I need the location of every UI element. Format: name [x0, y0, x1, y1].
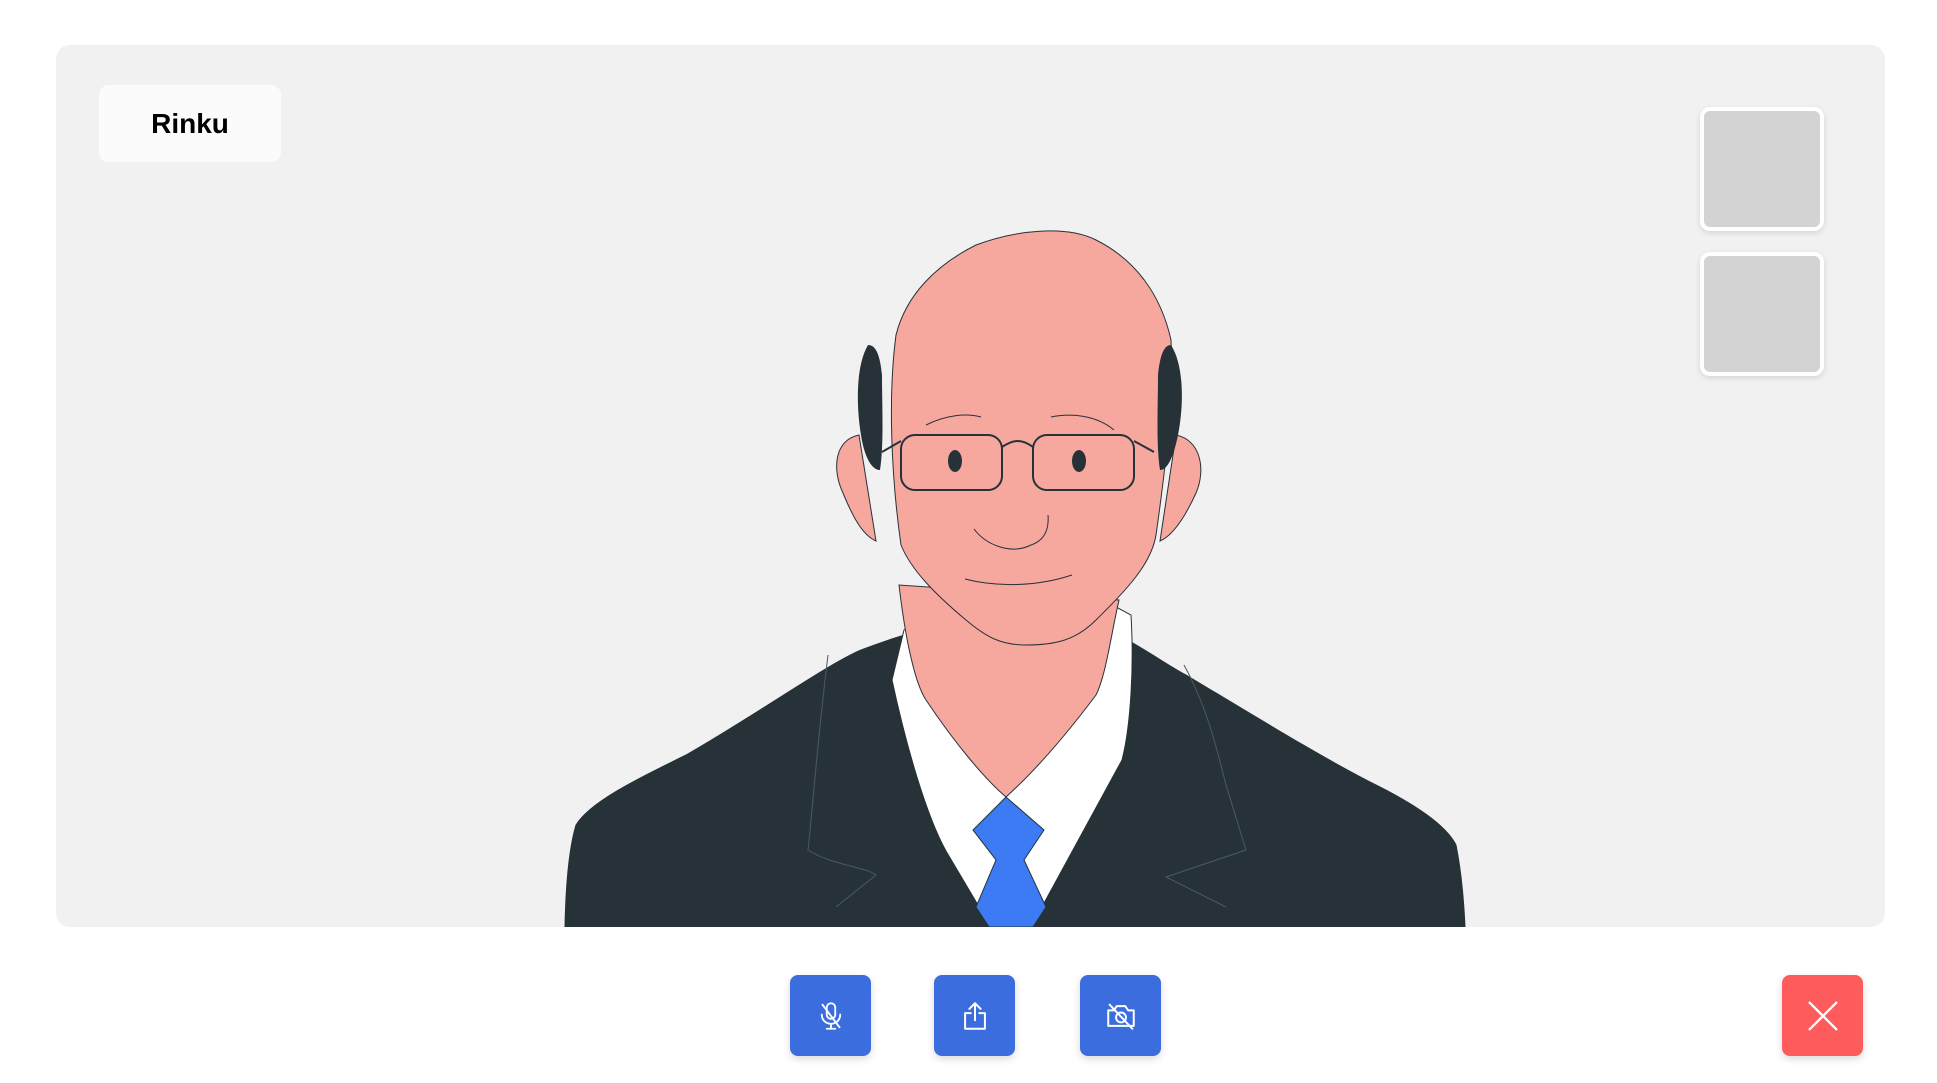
participant-name-badge: Rinku: [99, 85, 281, 162]
share-screen-button[interactable]: [934, 975, 1015, 1056]
toggle-camera-button[interactable]: [1080, 975, 1161, 1056]
participant-name: Rinku: [151, 107, 229, 139]
mute-microphone-button[interactable]: [790, 975, 871, 1056]
self-view-thumbnail[interactable]: [1700, 107, 1824, 231]
camera-off-icon: [1106, 1003, 1135, 1030]
participant-avatar-illustration: [564, 230, 1466, 927]
mic-off-icon: [820, 1001, 841, 1030]
end-call-button[interactable]: [1782, 975, 1863, 1056]
self-view-thumbnail[interactable]: [1700, 252, 1824, 376]
share-upload-icon: [963, 1001, 986, 1030]
close-icon: [1808, 1001, 1837, 1030]
video-stage: Rinku: [56, 45, 1885, 927]
